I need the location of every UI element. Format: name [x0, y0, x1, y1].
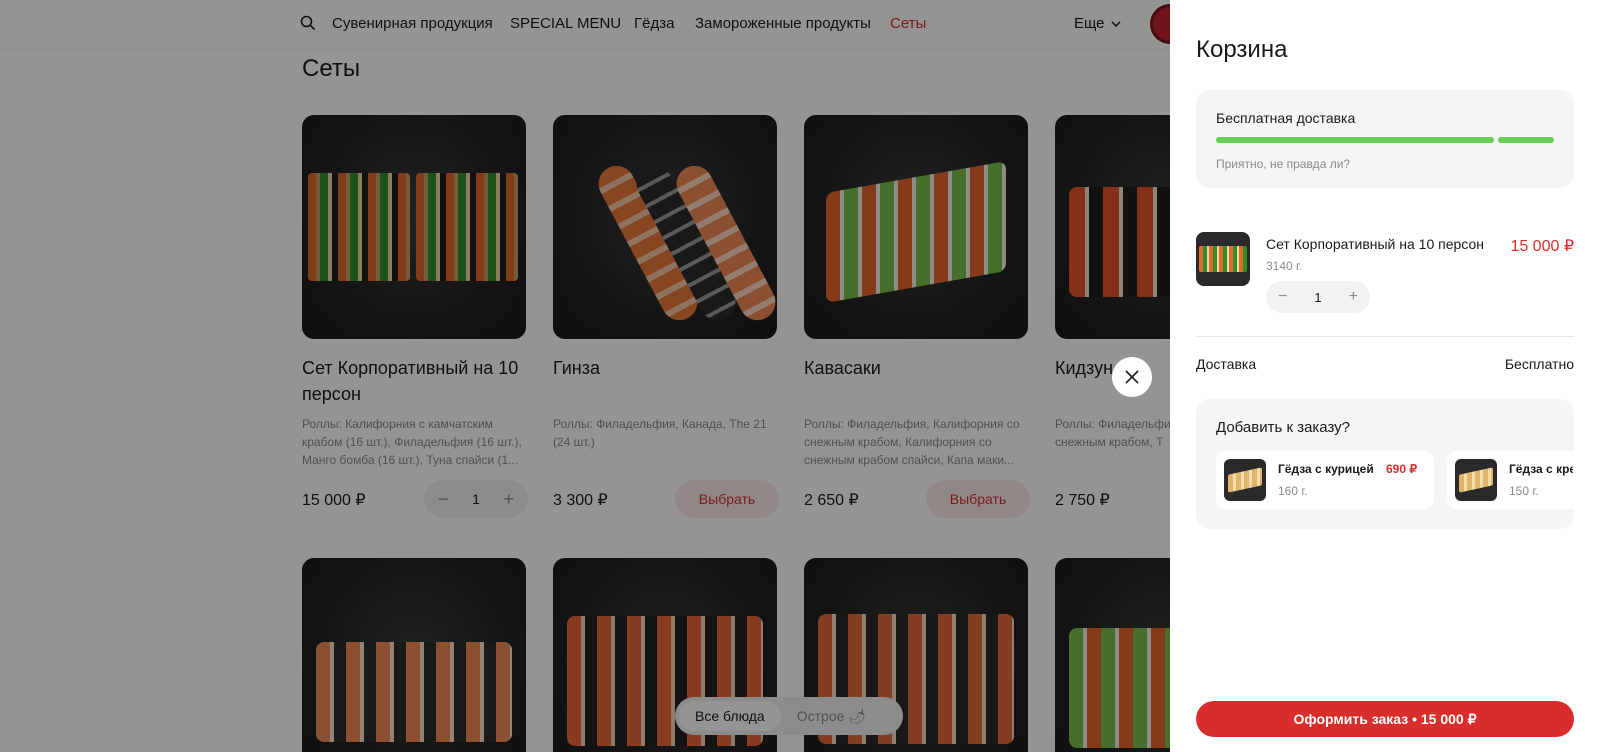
cart-item-image — [1196, 232, 1250, 286]
divider — [1196, 336, 1574, 337]
addons-title: Добавить к заказу? — [1216, 419, 1351, 436]
addon-image — [1455, 459, 1497, 501]
cart-item-price: 15 000 ₽ — [1510, 238, 1574, 255]
addon-card[interactable]: Гёдза с креветкой 150 г. — [1447, 451, 1574, 509]
close-icon — [1125, 370, 1139, 384]
plus-icon[interactable]: + — [1349, 288, 1358, 306]
addon-image — [1224, 459, 1266, 501]
modal-overlay[interactable] — [0, 0, 1170, 752]
delivery-progress-bar — [1216, 137, 1494, 143]
cart-item-weight: 3140 г. — [1266, 259, 1303, 273]
checkout-button[interactable]: Оформить заказ • 15 000 ₽ — [1196, 701, 1574, 737]
delivery-title: Бесплатная доставка — [1216, 110, 1356, 126]
free-delivery-box: Бесплатная доставка Приятно, не правда л… — [1196, 90, 1574, 188]
cart-title: Корзина — [1196, 36, 1288, 63]
shipping-label: Доставка — [1196, 356, 1257, 372]
cart-drawer: Корзина Бесплатная доставка Приятно, не … — [1170, 0, 1600, 752]
cart-quantity-stepper[interactable]: − 1 + — [1266, 281, 1370, 313]
cart-item: Сет Корпоративный на 10 персон 15 000 ₽ … — [1196, 232, 1574, 322]
addon-weight: 160 г. — [1278, 484, 1308, 498]
addon-weight: 150 г. — [1509, 484, 1539, 498]
addon-price: 690 ₽ — [1386, 462, 1417, 476]
shipping-value: Бесплатно — [1504, 356, 1574, 372]
addon-card[interactable]: Гёдза с курицей 690 ₽ 160 г. — [1216, 451, 1434, 509]
addon-name: Гёдза с креветкой — [1509, 462, 1573, 476]
addon-name: Гёдза с курицей — [1278, 462, 1374, 476]
close-cart-button[interactable] — [1112, 357, 1152, 397]
delivery-progress-bar-end — [1498, 137, 1554, 143]
cart-item-title: Сет Корпоративный на 10 персон — [1266, 236, 1484, 252]
shipping-row: Доставка Бесплатно — [1196, 356, 1574, 372]
minus-icon[interactable]: − — [1278, 288, 1287, 306]
cart-quantity-value: 1 — [1314, 289, 1322, 305]
delivery-subtitle: Приятно, не правда ли? — [1216, 157, 1351, 171]
addons-section: Добавить к заказу? Гёдза с курицей 690 ₽… — [1196, 399, 1574, 529]
